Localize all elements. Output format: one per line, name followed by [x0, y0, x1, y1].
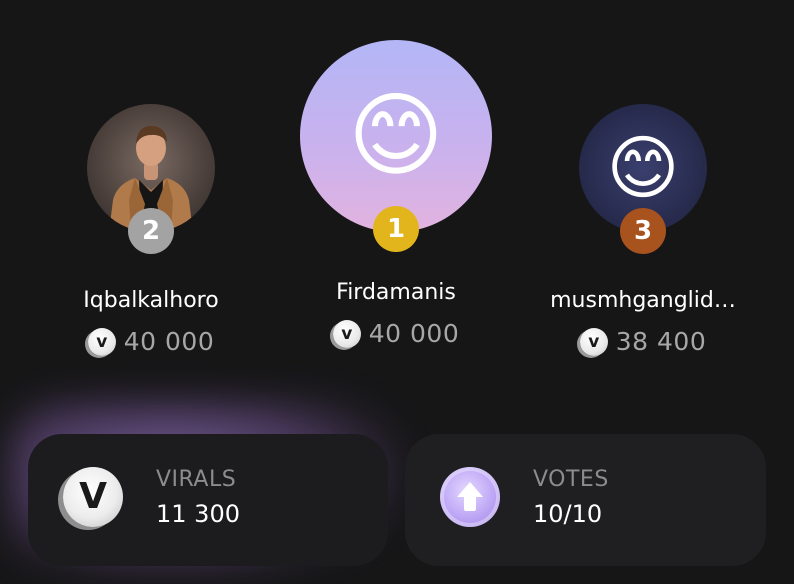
virals-coin-icon: v	[332, 319, 361, 348]
player-score: v 40 000	[51, 327, 251, 356]
smiling-face-emoji-icon: 😊	[606, 127, 680, 209]
podium-player-rank-2[interactable]: 2 Iqbalkalhoro v 40 000	[51, 104, 251, 356]
rank-badge: 3	[620, 208, 666, 254]
player-name: Iqbalkalhoro	[83, 288, 219, 313]
votes-label: VOTES	[533, 467, 609, 492]
score-value: 40 000	[368, 319, 460, 348]
score-value: 40 000	[123, 327, 215, 356]
virals-coin-icon: V	[63, 467, 123, 527]
avatar-background: 😊	[300, 40, 492, 232]
score-value: 38 400	[615, 327, 707, 356]
avatar[interactable]: 😊 3	[579, 104, 707, 254]
podium-player-rank-1[interactable]: 😊 1 Firdamanis v 40 000	[296, 40, 496, 348]
leaderboard-podium: 2 Iqbalkalhoro v 40 000 😊 1 Firdamanis v…	[0, 0, 794, 400]
player-score: v 40 000	[296, 319, 496, 348]
virals-coin-icon: v	[579, 327, 608, 356]
avatar[interactable]: 😊 1	[300, 40, 492, 252]
avatar[interactable]: 2	[87, 104, 215, 254]
player-name: Firdamanis	[336, 280, 456, 305]
votes-stat-card[interactable]: VOTES 10/10	[405, 434, 766, 566]
virals-stat-card[interactable]: V VIRALS 11 300	[28, 434, 388, 566]
podium-player-rank-3[interactable]: 😊 3 musmhganglid… v 38 400	[543, 104, 743, 356]
votes-value: 10/10	[533, 500, 603, 528]
smiling-face-emoji-icon: 😊	[348, 82, 444, 189]
player-score: v 38 400	[543, 327, 743, 356]
virals-coin-icon: v	[87, 327, 116, 356]
up-arrow-icon	[440, 467, 500, 527]
virals-value: 11 300	[156, 500, 240, 528]
virals-label: VIRALS	[156, 467, 237, 492]
rank-badge: 2	[128, 208, 174, 254]
rank-badge: 1	[373, 206, 419, 252]
player-name: musmhganglid…	[550, 288, 736, 313]
